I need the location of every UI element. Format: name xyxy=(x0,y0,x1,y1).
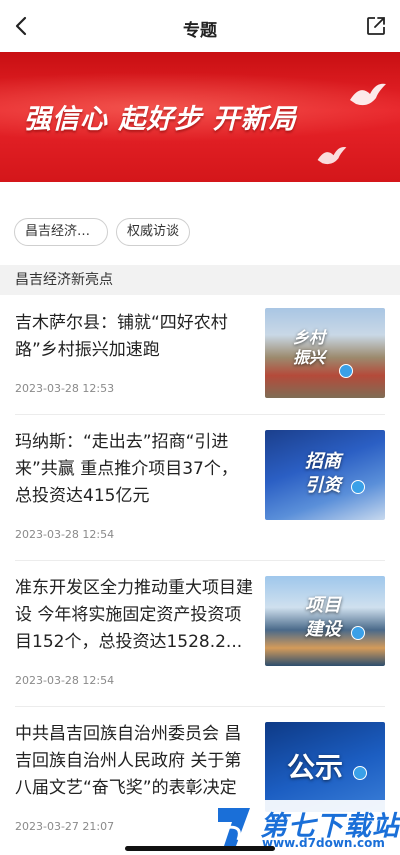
list-item[interactable]: 准东开发区全力推动重大项目建设 今年将实施固定资产投资项目152个，总投资达15… xyxy=(0,574,400,704)
d7-logo-icon xyxy=(218,808,250,846)
article-date: 2023-03-28 12:54 xyxy=(15,528,115,541)
article-date: 2023-03-27 21:07 xyxy=(15,820,115,833)
top-bar: 专题 xyxy=(0,0,400,52)
thumbnail-caption: 乡村振兴 xyxy=(293,328,326,367)
article-thumbnail: 乡村振兴 xyxy=(265,308,385,398)
list-item[interactable]: 吉木萨尔县：铺就“四好农村路”乡村振兴加速跑 2023-03-28 12:53 … xyxy=(0,308,400,413)
article-title: 玛纳斯：“走出去”招商“引进来”共赢 重点推介项目37个，总投资达415亿元 xyxy=(15,432,238,506)
article-title: 吉木萨尔县：铺就“四好农村路”乡村振兴加速跑 xyxy=(15,313,228,360)
section-header: 昌吉经济新亮点 xyxy=(0,265,400,295)
chip-economy[interactable]: 昌吉经济新... xyxy=(14,218,108,246)
article-date: 2023-03-28 12:54 xyxy=(15,674,115,687)
brand-badge-icon xyxy=(353,766,367,780)
thumbnail-caption: 招商引资 xyxy=(305,451,341,496)
divider xyxy=(15,560,385,561)
thumbnail-caption: 公示 xyxy=(287,751,344,784)
article-title: 准东开发区全力推动重大项目建设 今年将实施固定资产投资项目152个，总投资达15… xyxy=(15,578,253,652)
divider xyxy=(15,706,385,707)
chip-interview[interactable]: 权威访谈 xyxy=(116,218,191,246)
article-thumbnail: 公示 xyxy=(265,722,385,812)
article-date: 2023-03-28 12:53 xyxy=(15,382,115,395)
watermark-url: www.d7down.com xyxy=(262,836,385,850)
banner-slogan: 强信心 起好步 开新局 xyxy=(24,104,297,135)
list-item[interactable]: 玛纳斯：“走出去”招商“引进来”共赢 重点推介项目37个，总投资达415亿元 2… xyxy=(0,428,400,558)
article-thumbnail: 项目建设 xyxy=(265,576,385,666)
brand-badge-icon xyxy=(339,364,353,378)
share-button[interactable] xyxy=(364,14,388,38)
topic-banner[interactable]: 强信心 起好步 开新局 xyxy=(0,52,400,182)
brand-badge-icon xyxy=(351,480,365,494)
share-icon xyxy=(367,17,385,35)
article-title: 中共昌吉回族自治州委员会 昌吉回族自治州人民政府 关于第八届文艺“奋飞奖”的表彰… xyxy=(15,724,242,798)
thumbnail-caption: 项目建设 xyxy=(305,595,341,640)
brand-badge-icon xyxy=(351,626,365,640)
dove-icon xyxy=(350,83,386,106)
dove-icon xyxy=(317,146,347,165)
home-indicator[interactable] xyxy=(125,846,275,851)
divider xyxy=(15,414,385,415)
article-thumbnail: 招商引资 xyxy=(265,430,385,520)
category-chips: 昌吉经济新... 权威访谈 xyxy=(0,218,400,248)
page-title: 专题 xyxy=(183,21,217,41)
